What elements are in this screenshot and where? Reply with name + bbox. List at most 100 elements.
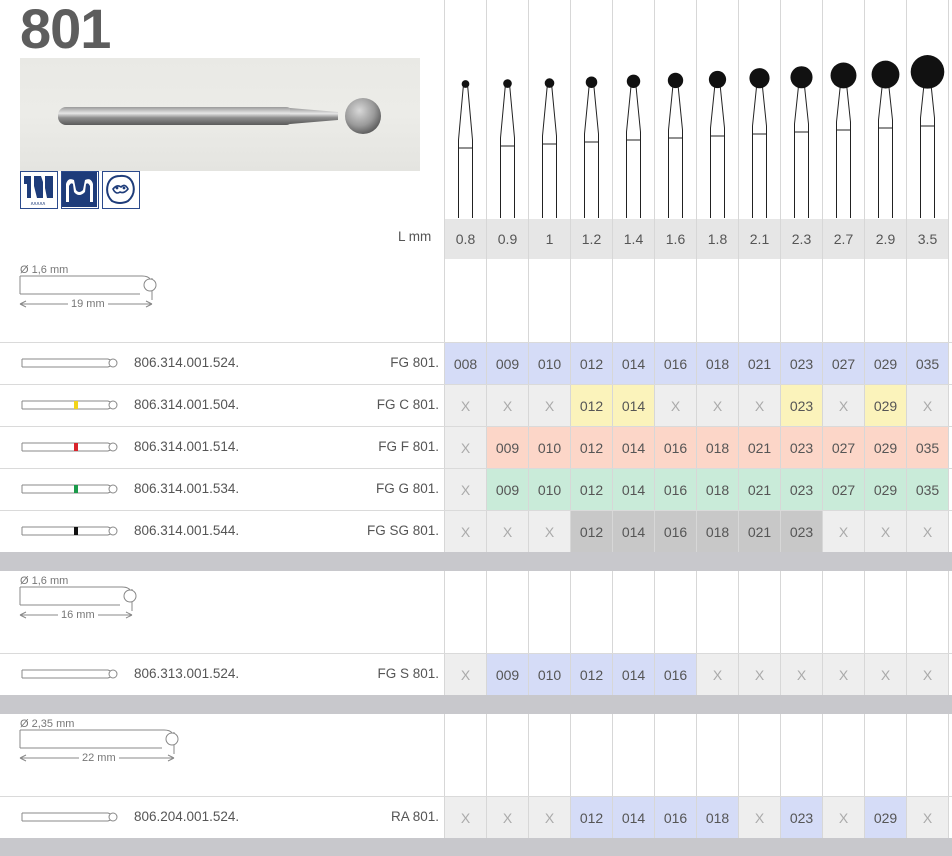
size-code-cell[interactable]: 012	[571, 654, 612, 695]
unavailable-size-cell: X	[823, 654, 864, 695]
group-separator-band	[0, 695, 952, 714]
unavailable-size-cell: X	[739, 654, 780, 695]
size-code-cell[interactable]: 012	[571, 427, 612, 468]
size-code-cell[interactable]: 027	[823, 343, 864, 384]
bur-profile-2.9	[871, 60, 900, 218]
size-code-cell[interactable]: 021	[739, 343, 780, 384]
size-code-cell[interactable]: 021	[739, 511, 780, 552]
size-code-cell[interactable]: 018	[697, 511, 738, 552]
size-code-cell[interactable]: 035	[907, 343, 948, 384]
unavailable-size-cell: X	[865, 654, 906, 695]
size-code-cell[interactable]: 010	[529, 654, 570, 695]
bur-profile-1.4	[626, 74, 641, 218]
size-header-cell: 2.9	[865, 219, 906, 259]
size-code-cell[interactable]: 012	[571, 797, 612, 838]
bur-row-icon	[21, 358, 118, 368]
size-code-cell[interactable]: 021	[739, 469, 780, 510]
svg-text:ᴧᴧᴧᴧᴧ: ᴧᴧᴧᴧᴧ	[31, 201, 46, 207]
size-code-cell[interactable]: 029	[865, 343, 906, 384]
product-code: FG C 801.	[376, 397, 439, 412]
size-header-cell: 1.6	[655, 219, 696, 259]
size-code-cell[interactable]: 009	[487, 427, 528, 468]
size-code-cell[interactable]: 023	[781, 385, 822, 426]
size-code-cell[interactable]: 014	[613, 797, 654, 838]
size-code-cell[interactable]: 016	[655, 654, 696, 695]
size-code-cell[interactable]: 016	[655, 469, 696, 510]
bur-profile-0.9	[500, 79, 515, 218]
size-code-cell[interactable]: 009	[487, 469, 528, 510]
size-code-cell[interactable]: 014	[613, 427, 654, 468]
size-code-cell[interactable]: 012	[571, 469, 612, 510]
unavailable-size-cell: X	[445, 469, 486, 510]
size-code-cell[interactable]: 018	[697, 797, 738, 838]
unavailable-size-cell: X	[445, 797, 486, 838]
size-code-cell[interactable]: 029	[865, 469, 906, 510]
size-code-cell[interactable]: 018	[697, 469, 738, 510]
size-code-cell[interactable]: 027	[823, 427, 864, 468]
size-code-cell[interactable]: 014	[613, 343, 654, 384]
size-code-cell[interactable]: 014	[613, 469, 654, 510]
unavailable-size-cell: X	[487, 511, 528, 552]
article-number: 806.313.001.524.	[134, 666, 240, 681]
size-header-cell: 0.8	[445, 219, 486, 259]
size-code-cell[interactable]: 018	[697, 427, 738, 468]
size-code-cell[interactable]: 023	[781, 511, 822, 552]
shank-length-label: 16 mm	[58, 609, 98, 621]
size-header-cell: 1.2	[571, 219, 612, 259]
article-number: 806.314.001.544.	[134, 523, 240, 538]
article-number: 806.314.001.514.	[134, 439, 240, 454]
size-code-cell[interactable]: 014	[613, 385, 654, 426]
size-code-cell[interactable]: 029	[865, 427, 906, 468]
bur-profile-1	[542, 78, 557, 218]
unavailable-size-cell: X	[529, 385, 570, 426]
size-code-cell[interactable]: 012	[571, 385, 612, 426]
size-header-cell: 2.1	[739, 219, 780, 259]
bur-photo	[20, 58, 420, 171]
size-code-cell[interactable]: 035	[907, 469, 948, 510]
size-code-cell[interactable]: 010	[529, 343, 570, 384]
size-header-cell: 1.8	[697, 219, 738, 259]
size-code-cell[interactable]: 014	[613, 654, 654, 695]
unavailable-size-cell: X	[739, 797, 780, 838]
size-code-cell[interactable]: 008	[445, 343, 486, 384]
size-code-cell[interactable]: 012	[571, 343, 612, 384]
article-number: 806.314.001.534.	[134, 481, 240, 496]
unavailable-size-cell: X	[529, 797, 570, 838]
size-code-cell[interactable]: 029	[865, 385, 906, 426]
unavailable-size-cell: X	[823, 385, 864, 426]
size-code-cell[interactable]: 016	[655, 427, 696, 468]
size-code-cell[interactable]: 016	[655, 511, 696, 552]
size-code-cell[interactable]: 009	[487, 654, 528, 695]
size-code-cell[interactable]: 018	[697, 343, 738, 384]
shank-length-label: 22 mm	[79, 752, 119, 764]
unavailable-size-cell: X	[781, 654, 822, 695]
size-code-cell[interactable]: 023	[781, 797, 822, 838]
size-code-cell[interactable]: 014	[613, 511, 654, 552]
bur-profile-1.8	[708, 70, 727, 218]
size-code-cell[interactable]: 021	[739, 427, 780, 468]
size-code-cell[interactable]: 023	[781, 343, 822, 384]
size-code-cell[interactable]: 035	[907, 427, 948, 468]
product-code: FG 801.	[390, 355, 439, 370]
dimension-drawing	[19, 275, 157, 308]
size-code-cell[interactable]: 012	[571, 511, 612, 552]
size-code-cell[interactable]: 023	[781, 469, 822, 510]
size-code-cell[interactable]: 023	[781, 427, 822, 468]
unavailable-size-cell: X	[697, 385, 738, 426]
unavailable-size-cell: X	[445, 511, 486, 552]
unavailable-size-cell: X	[487, 385, 528, 426]
unavailable-size-cell: X	[445, 654, 486, 695]
unavailable-size-cell: X	[907, 385, 948, 426]
size-code-cell[interactable]: 016	[655, 343, 696, 384]
size-code-cell[interactable]: 016	[655, 797, 696, 838]
unavailable-size-cell: X	[697, 654, 738, 695]
size-code-cell[interactable]: 027	[823, 469, 864, 510]
size-code-cell[interactable]: 010	[529, 427, 570, 468]
size-code-cell[interactable]: 009	[487, 343, 528, 384]
unavailable-size-cell: X	[823, 511, 864, 552]
size-code-cell[interactable]: 010	[529, 469, 570, 510]
article-number: 806.314.001.504.	[134, 397, 240, 412]
bur-profile-2.7	[830, 62, 857, 218]
size-code-cell[interactable]: 029	[865, 797, 906, 838]
product-code: FG S 801.	[377, 666, 439, 681]
